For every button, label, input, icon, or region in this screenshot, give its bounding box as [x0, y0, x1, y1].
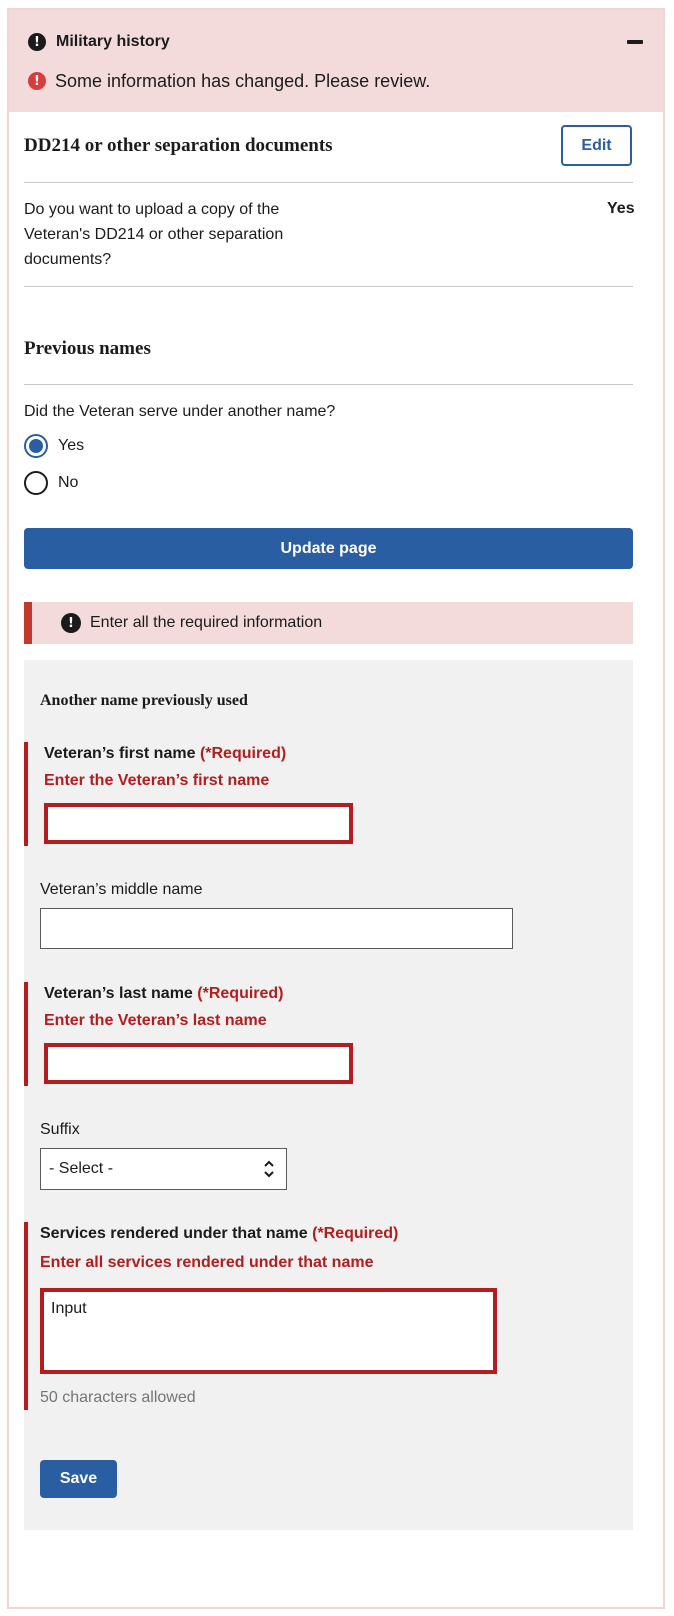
change-message: Some information has changed. Please rev… [55, 70, 431, 91]
previous-names-title: Previous names [24, 338, 151, 359]
update-page-button[interactable]: Update page [24, 528, 633, 569]
exclamation-circle-icon: ! [61, 613, 81, 633]
radio-option-yes[interactable]: Yes [24, 434, 84, 458]
form-title: Another name previously used [40, 692, 248, 709]
first-name-error: Enter the Veteran’s first name [44, 772, 270, 789]
error-indicator [24, 1222, 28, 1410]
save-button[interactable]: Save [40, 1460, 117, 1498]
divider [24, 286, 633, 287]
radio-label-no: No [58, 474, 79, 491]
radio-option-no[interactable]: No [24, 471, 78, 495]
suffix-label: Suffix [40, 1121, 80, 1138]
section-heading: Military history [56, 33, 170, 50]
last-name-input[interactable] [44, 1043, 353, 1084]
services-error: Enter all services rendered under that n… [40, 1254, 374, 1271]
divider [24, 182, 633, 183]
middle-name-label: Veteran’s middle name [40, 881, 203, 898]
header-title-row: ! Military history [28, 32, 170, 52]
last-name-error: Enter the Veteran’s last name [44, 1012, 267, 1029]
radio-yes[interactable] [24, 434, 48, 458]
first-name-label-text: Veteran’s first name [44, 745, 196, 762]
dd214-section-title: DD214 or other separation documents [24, 135, 333, 156]
first-name-input[interactable] [44, 803, 353, 844]
alert-message: Enter all the required information [90, 614, 323, 631]
services-label-text: Services rendered under that name [40, 1225, 308, 1242]
dd214-answer: Yes [607, 200, 635, 217]
required-tag: (*Required) [312, 1225, 399, 1242]
required-tag: (*Required) [197, 985, 284, 1002]
previous-names-question: Did the Veteran serve under another name… [24, 403, 336, 420]
services-hint: 50 characters allowed [40, 1389, 196, 1406]
last-name-label-text: Veteran’s last name [44, 985, 193, 1002]
military-history-header: ! Military history ! Some information ha… [9, 10, 663, 112]
dd214-question: Do you want to upload a copy of the Vete… [24, 201, 284, 268]
exclamation-circle-icon: ! [28, 33, 46, 51]
edit-button[interactable]: Edit [561, 125, 632, 166]
services-label: Services rendered under that name (*Requ… [40, 1225, 398, 1243]
radio-no[interactable] [24, 471, 48, 495]
radio-label-yes: Yes [58, 437, 85, 454]
chevron-up-down-icon [264, 1160, 274, 1178]
change-notice: ! Some information has changed. Please r… [28, 70, 430, 92]
minus-icon[interactable] [625, 32, 645, 52]
required-tag: (*Required) [199, 745, 287, 762]
error-circle-icon: ! [28, 72, 46, 90]
suffix-selected-value: - Select - [49, 1160, 114, 1177]
first-name-label: Veteran’s first name (*Required) [44, 745, 286, 763]
military-history-card: ! Military history ! Some information ha… [7, 8, 665, 1609]
suffix-select[interactable]: - Select - [40, 1148, 287, 1190]
middle-name-input[interactable] [40, 908, 513, 949]
error-indicator [24, 742, 28, 846]
error-indicator [24, 982, 28, 1086]
divider [24, 384, 633, 385]
last-name-label: Veteran’s last name (*Required) [44, 985, 284, 1003]
error-alert: ! Enter all the required information [24, 602, 633, 644]
previous-name-form: Another name previously used Veteran’s f… [24, 660, 633, 1530]
services-textarea[interactable]: Input [40, 1288, 497, 1374]
